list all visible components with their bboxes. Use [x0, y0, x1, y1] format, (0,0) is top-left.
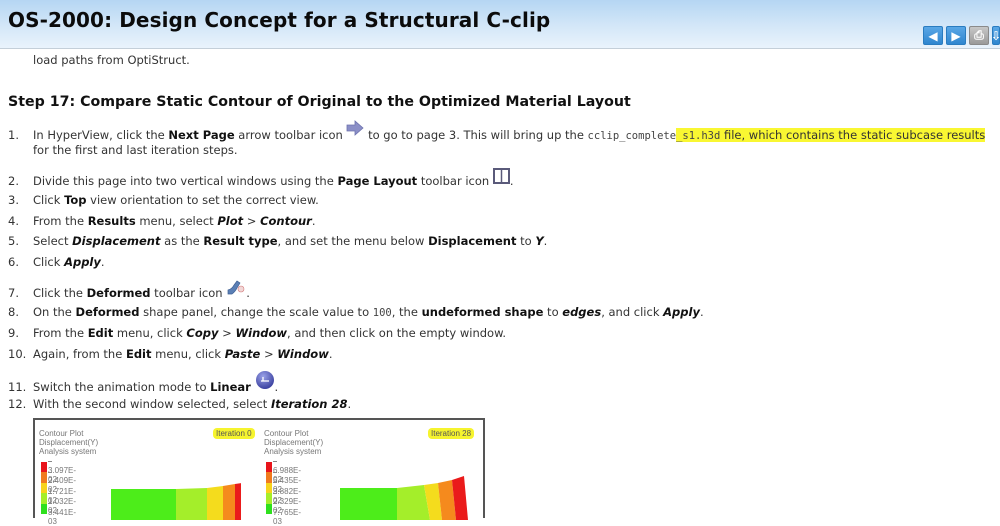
deformed-shape-iteration-0: [111, 483, 241, 520]
download-icon: ⇩: [993, 29, 999, 43]
nav-buttons: ◀ ▶ ⎙ ⇩: [923, 26, 1000, 45]
iteration-label: Iteration 28: [428, 428, 475, 439]
print-icon: ⎙: [974, 28, 984, 42]
legend-swatch: [266, 493, 272, 504]
list-item: 5. Select Displacement as the Result type…: [8, 234, 548, 248]
list-item: 6. Click Apply.: [8, 255, 105, 269]
arrow-left-icon: ◀: [928, 28, 938, 43]
step-title: Step 17: Compare Static Contour of Origi…: [8, 94, 631, 110]
list-item: 12. With the second window selected, sele…: [8, 397, 352, 411]
linear-animation-icon: [255, 370, 275, 393]
legend-value: 3.441E-03: [48, 499, 76, 526]
arrow-right-icon: ▶: [951, 28, 961, 43]
legend-swatch: [41, 472, 47, 483]
print-button[interactable]: ⎙: [969, 26, 989, 45]
list-item: 8. On the Deformed shape panel, change th…: [8, 305, 704, 319]
plot-title: Contour Plot: [39, 429, 84, 438]
deformed-shape-iteration-28: [340, 476, 468, 520]
legend-value: 7.765E-03: [273, 499, 301, 526]
next-page-arrow-icon: [346, 120, 365, 139]
plot-system: Analysis system: [39, 447, 97, 456]
iteration-label: Iteration 0: [213, 428, 255, 439]
list-item-continuation: for the first and last iteration steps.: [33, 143, 238, 157]
plot-title: Contour Plot: [264, 429, 309, 438]
legend-swatch: [41, 493, 47, 504]
legend-swatch: [266, 462, 272, 473]
legend-swatch: [266, 482, 272, 494]
contour-panel-iteration-28: Contour Plot Displacement(Y) Analysis sy…: [260, 420, 485, 526]
list-item: 9. From the Edit menu, click Copy > Windo…: [8, 326, 507, 340]
plot-result-type: Displacement(Y): [39, 438, 99, 447]
list-item: 7. Click the Deformed toolbar icon .: [8, 280, 250, 303]
contour-panel-iteration-0: Contour Plot Displacement(Y) Analysis sy…: [35, 420, 260, 526]
contour-plot-figure: Contour Plot Displacement(Y) Analysis sy…: [33, 418, 485, 526]
deformed-icon: [226, 279, 246, 298]
legend-swatch: [266, 472, 272, 483]
intro-text: load paths from OptiStruct.: [33, 53, 190, 67]
list-item: 3. Click Top view orientation to set the …: [8, 193, 319, 207]
download-button[interactable]: ⇩: [992, 26, 1000, 45]
list-item: 2. Divide this page into two vertical win…: [8, 168, 514, 191]
list-item: 11. Switch the animation mode to Linear .: [8, 371, 278, 399]
page-header: OS-2000: Design Concept for a Structural…: [0, 0, 1000, 49]
plot-system: Analysis system: [264, 447, 322, 456]
list-item: 10. Again, from the Edit menu, click Past…: [8, 347, 333, 361]
next-page-button[interactable]: ▶: [946, 26, 966, 45]
plot-result-type: Displacement(Y): [264, 438, 324, 447]
page-layout-icon: [492, 168, 510, 187]
document-body: load paths from OptiStruct. Step 17: Com…: [0, 49, 1000, 526]
legend-swatch: [41, 462, 47, 473]
legend-swatch: [41, 482, 47, 494]
list-item: 4. From the Results menu, select Plot > C…: [8, 214, 316, 228]
page-title: OS-2000: Design Concept for a Structural…: [8, 8, 551, 32]
previous-page-button[interactable]: ◀: [923, 26, 943, 45]
